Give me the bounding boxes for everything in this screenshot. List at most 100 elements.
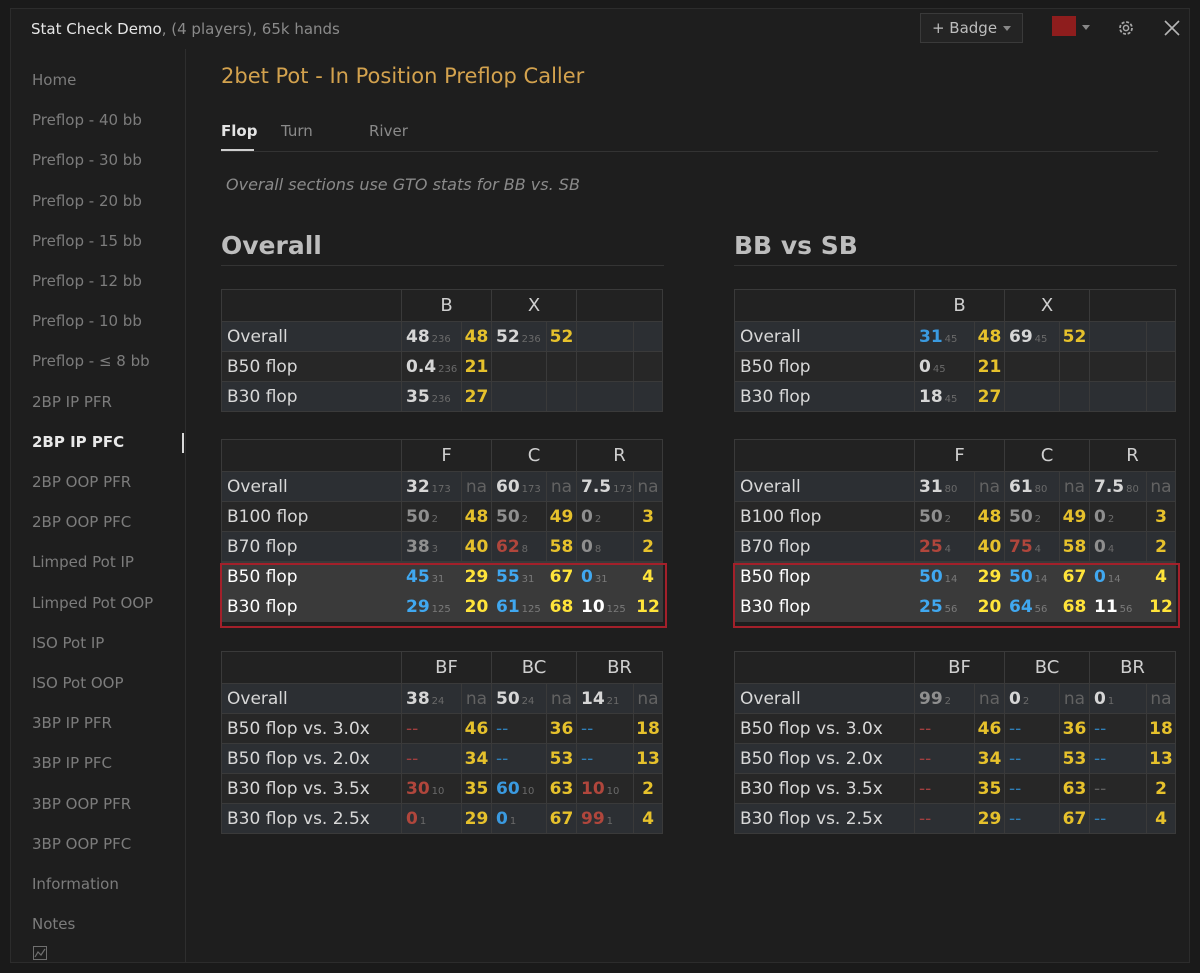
sidebar-item-preflop-20-bb[interactable]: Preflop - 20 bb [32,192,142,210]
stat-value: 0 [581,566,593,587]
sidebar-item-preflop-40-bb[interactable]: Preflop - 40 bb [32,111,142,129]
sidebar-item-information[interactable]: Information [32,875,119,893]
sidebar-item-2bp-oop-pfr[interactable]: 2BP OOP PFR [32,473,131,491]
sidebar-item-3bp-oop-pfc[interactable]: 3BP OOP PFC [32,835,131,853]
sidebar-item-preflop-30-bb[interactable]: Preflop - 30 bb [32,151,142,169]
sample-count: 45 [944,333,958,345]
gto-value-cell: 53 [1059,743,1090,774]
na-cell: na [1059,683,1090,714]
column-header: BR [576,651,663,684]
stat-value: 30 [406,778,430,799]
stat-value: -- [1094,778,1107,799]
sample-count: 4 [1107,543,1115,555]
sample-count: 31 [594,573,608,585]
gto-value-cell: 2 [1146,773,1176,804]
sidebar-item-preflop-10-bb[interactable]: Preflop - 10 bb [32,312,142,330]
stat-value-cell: 02 [1089,501,1147,532]
gto-value-cell: 18 [1146,713,1176,744]
sidebar-item-notes[interactable]: Notes [32,915,75,933]
stat-value-cell: 30 10 [401,773,462,804]
sidebar-item-3bp-ip-pfc[interactable]: 3BP IP PFC [32,754,112,772]
sample-count: 14 [944,573,958,585]
empty-cell [1089,351,1147,382]
empty-cell [633,321,663,352]
stat-value: -- [406,748,419,769]
empty-cell [546,381,577,412]
tab-flop[interactable]: Flop [221,122,257,140]
sample-count: 1 [419,815,427,827]
sidebar-item-home[interactable]: Home [32,71,76,89]
stat-value-cell: 38 3 [401,531,462,562]
row-label: B50 flop vs. 3.0x [734,713,915,744]
stat-value: 25 [919,596,943,617]
sidebar-item-3bp-ip-pfr[interactable]: 3BP IP PFR [32,714,112,732]
stat-value: 0 [1094,506,1106,527]
stat-value: 99 [581,808,605,829]
gto-value-cell: 40 [461,531,492,562]
sidebar-item-limped-pot-ip[interactable]: Limped Pot IP [32,553,134,571]
empty-cell [1146,351,1176,382]
empty-cell [576,351,634,382]
tab-river[interactable]: River [369,122,408,140]
gto-value-cell: 53 [546,743,577,774]
color-swatch-button[interactable] [1052,16,1076,36]
na-cell: na [461,471,492,502]
gear-icon[interactable] [1116,18,1136,38]
stat-value: 25 [919,536,943,557]
gto-value-cell: 36 [1059,713,1090,744]
stat-value-cell: 31 80 [914,471,975,502]
gto-value-cell: 4 [1146,803,1176,834]
sidebar-item-preflop-8-bb[interactable]: Preflop - ≤ 8 bb [32,352,150,370]
table-row: B50 flop vs. 3.0x -- 46 -- 36 -- 18 [734,713,1176,744]
stat-value: -- [1094,718,1107,739]
sample-count: 45 [1034,333,1048,345]
sidebar-item-limped-pot-oop[interactable]: Limped Pot OOP [32,594,153,612]
sidebar-item-3bp-oop-pfr[interactable]: 3BP OOP PFR [32,795,131,813]
sample-count: 236 [521,333,541,345]
swatch-chevron-down-icon[interactable] [1082,25,1090,30]
sidebar-item-iso-pot-ip[interactable]: ISO Pot IP [32,634,104,652]
sidebar-item-2bp-oop-pfc[interactable]: 2BP OOP PFC [32,513,131,531]
gto-value-cell: 2 [633,773,663,804]
row-label: B50 flop vs. 3.0x [221,713,402,744]
stat-value: -- [1094,808,1107,829]
stat-value: 50 [496,688,520,709]
stat-value: 35 [406,386,430,407]
table-row: B50 flop 0 45 21 [734,351,1176,382]
stats-table: BF BC BR Overall 99 2 na 0 2 na 0 1 na B50 flop vs. 3… [734,651,1176,834]
sidebar-item-iso-pot-oop[interactable]: ISO Pot OOP [32,674,124,692]
sample-count: 10 [521,785,535,797]
window-title: Stat Check Demo, (4 players), 65k hands [31,20,340,38]
stat-value: 38 [406,536,430,557]
stat-value: 50 [919,506,943,527]
gto-value-cell: 68 [546,591,577,622]
row-label: B50 flop vs. 2.0x [221,743,402,774]
stat-value: 52 [496,326,520,347]
sample-count: 2 [944,695,952,707]
gto-value-cell: 34 [461,743,492,774]
sidebar-item-2bp-ip-pfr[interactable]: 2BP IP PFR [32,393,112,411]
stat-value-cell: 55 31 [491,561,547,592]
sample-count: 10 [431,785,445,797]
sidebar-item-preflop-15-bb[interactable]: Preflop - 15 bb [32,232,142,250]
table-row: Overall 31 80 na 61 80 na 7.5 80 na [734,471,1176,502]
stat-value: 0 [581,536,593,557]
add-badge-button[interactable]: + Badge [920,13,1023,43]
stat-value-cell: 7.5 80 [1089,471,1147,502]
sample-count: 10 [606,785,620,797]
stat-value-cell: 0.4 236 [401,351,462,382]
stat-value-cell: 11 56 [1089,591,1147,622]
stat-value-cell: 02 [576,501,634,532]
tab-turn[interactable]: Turn [281,122,313,140]
chart-icon[interactable] [33,946,47,960]
sidebar-item-2bp-ip-pfc[interactable]: 2BP IP PFC [32,433,124,451]
window-title-sub: , (4 players), 65k hands [161,20,340,38]
info-note: Overall sections use GTO stats for BB vs… [226,175,580,194]
column-header [576,289,663,322]
sidebar-item-preflop-12-bb[interactable]: Preflop - 12 bb [32,272,142,290]
stat-value: -- [1094,748,1107,769]
sample-count: 80 [944,483,958,495]
column-header: BC [1004,651,1090,684]
close-icon[interactable] [1162,18,1182,38]
sample-count: 56 [1034,603,1048,615]
